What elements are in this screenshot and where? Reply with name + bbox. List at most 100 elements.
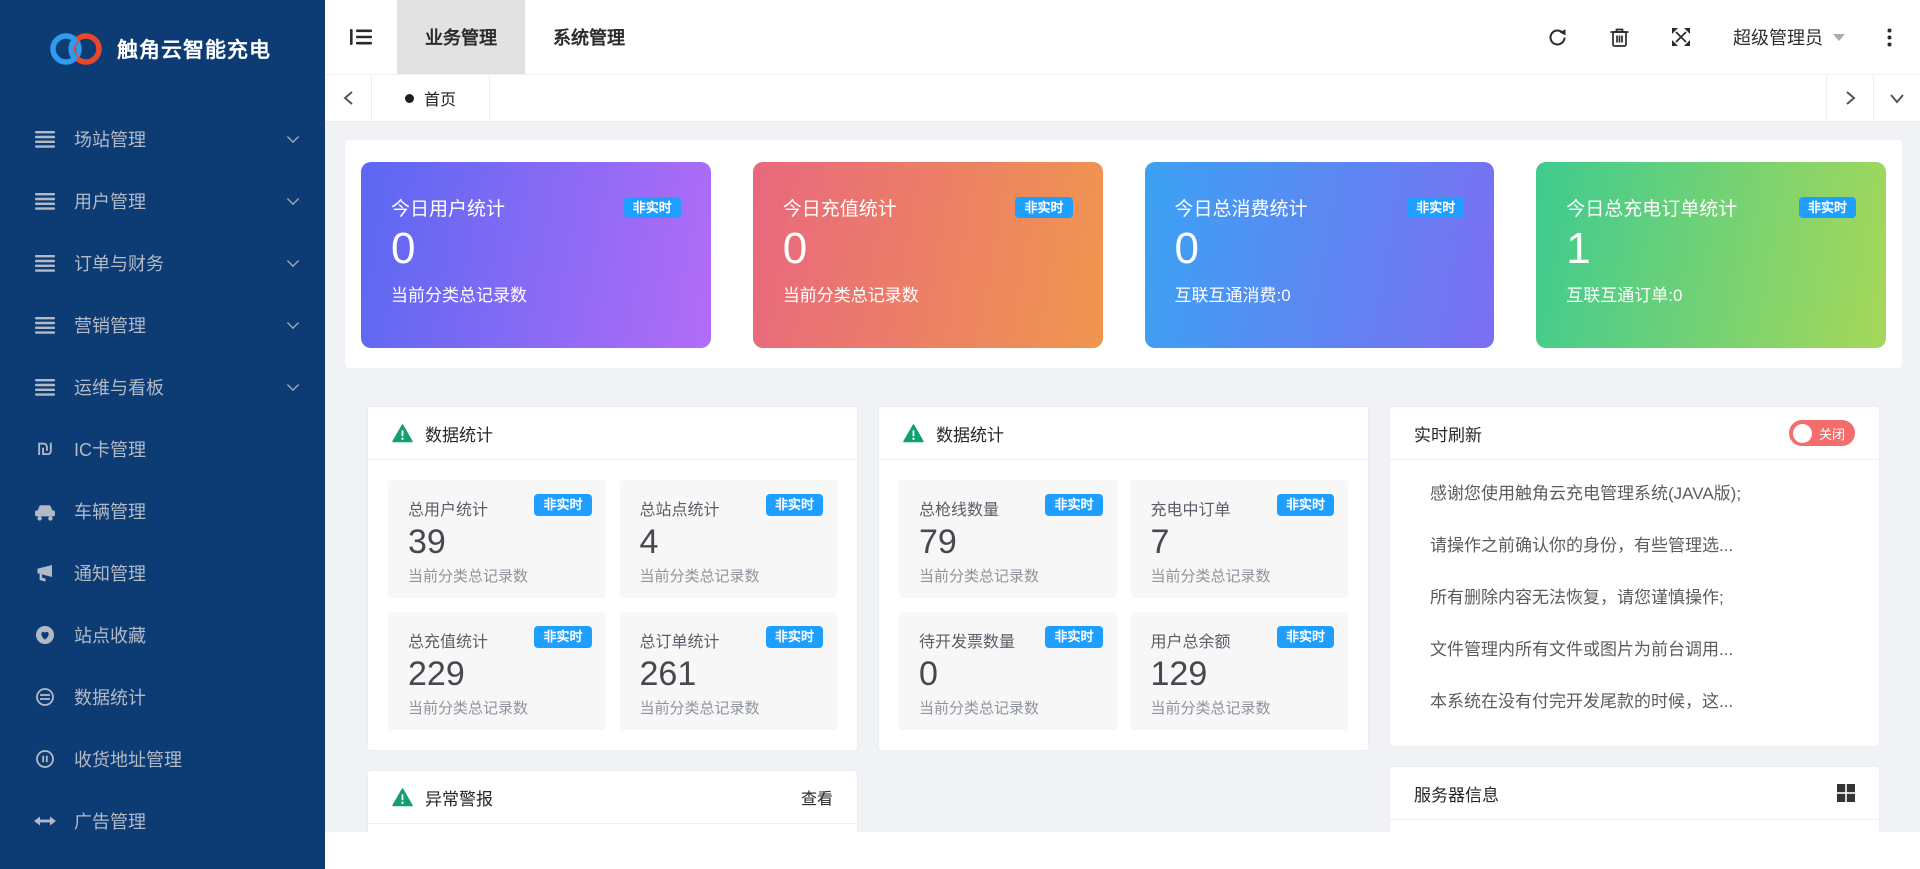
megaphone-icon: [32, 562, 58, 584]
tabs-scroll-left-icon[interactable]: [325, 75, 372, 121]
stat-tile-total-recharge[interactable]: 非实时 总充值统计 229 当前分类总记录数: [388, 612, 606, 730]
sidebar-item-vehicle-mgmt[interactable]: 车辆管理: [0, 480, 325, 542]
status-badge: 非实时: [534, 494, 591, 516]
chevron-down-icon: [287, 193, 299, 205]
stat-tile-total-sites[interactable]: 非实时 总站点统计 4 当前分类总记录数: [620, 480, 838, 598]
toggle-knob: [1793, 424, 1812, 443]
sidebar-item-ops-dashboard[interactable]: 运维与看板: [0, 356, 325, 418]
chevron-down-icon: [287, 379, 299, 391]
panel-realtime-refresh: 实时刷新 关闭 感谢您使用触角云充电管理系统(JAVA版); 请操作之前确认你的…: [1389, 406, 1880, 747]
stat-subtitle: 互联互通订单:0: [1566, 281, 1856, 306]
status-badge: 非实时: [1045, 494, 1102, 516]
more-dots-icon[interactable]: [1887, 28, 1892, 47]
status-badge: 非实时: [1015, 197, 1072, 219]
chevron-down-icon: [287, 131, 299, 143]
status-badge: 非实时: [1277, 494, 1334, 516]
tabs-scroll-right-icon[interactable]: [1826, 75, 1873, 121]
status-badge: 非实时: [766, 494, 823, 516]
message-line: 本系统在没有付完开发尾款的时候，这...: [1430, 688, 1855, 715]
stat-subtitle: 当前分类总记录数: [391, 281, 681, 306]
user-name: 超级管理员: [1733, 24, 1823, 50]
status-badge: 非实时: [1045, 626, 1102, 648]
menu-lines-icon: [32, 128, 58, 150]
sidebar-menu: 场站管理 用户管理 订单与财务 营: [0, 108, 325, 852]
app-root: 触角云智能充电 场站管理 用户管理 订单与财: [0, 0, 1920, 869]
server-info-body: [1390, 820, 1879, 832]
warning-triangle-icon: [392, 424, 413, 443]
panel-title: 异常警报: [425, 785, 493, 810]
active-tab-dot: [405, 94, 414, 103]
stat-tile-total-users[interactable]: 非实时 总用户统计 39 当前分类总记录数: [388, 480, 606, 598]
column-middle: 数据统计 非实时 总枪线数量 79 当前分类总记录数 非实时 充电: [878, 406, 1369, 751]
message-line: 请操作之前确认你的身份，有些管理选...: [1430, 532, 1855, 559]
panel-title: 数据统计: [936, 421, 1004, 446]
menu-lines-icon: [32, 376, 58, 398]
menu-lines-icon: [32, 190, 58, 212]
menu-lines-icon: [32, 314, 58, 336]
page-tabstrip: 首页: [325, 75, 1920, 122]
sidebar-item-ad-mgmt[interactable]: 广告管理: [0, 790, 325, 852]
system-messages: 感谢您使用触角云充电管理系统(JAVA版); 请操作之前确认你的身份，有些管理选…: [1390, 460, 1879, 746]
stat-value: 1: [1566, 225, 1856, 273]
car-icon: [32, 500, 58, 522]
stat-tile-total-orders[interactable]: 非实时 总订单统计 261 当前分类总记录数: [620, 612, 838, 730]
status-badge: 非实时: [1407, 197, 1464, 219]
tab-home[interactable]: 首页: [372, 75, 490, 121]
refresh-icon[interactable]: [1547, 27, 1568, 48]
menu-lines-icon: [32, 252, 58, 274]
message-line: 文件管理内所有文件或图片为前台调用...: [1430, 636, 1855, 663]
chevron-down-icon: [287, 317, 299, 329]
sidebar-item-shipping-address-mgmt[interactable]: 收货地址管理: [0, 728, 325, 790]
app-title: 触角云智能充电: [117, 34, 271, 64]
message-line: 所有删除内容无法恢复，请您谨慎操作;: [1430, 584, 1855, 611]
fullscreen-icon[interactable]: [1671, 27, 1691, 47]
stat-subtitle: 当前分类总记录数: [783, 281, 1073, 306]
dashboard-content: 今日用户统计 非实时 0 当前分类总记录数 今日充值统计 非实时 0 当前分类总…: [325, 122, 1920, 832]
warning-triangle-icon: [392, 788, 413, 807]
sidebar-item-notification-mgmt[interactable]: 通知管理: [0, 542, 325, 604]
panel-data-stats-2: 数据统计 非实时 总枪线数量 79 当前分类总记录数 非实时 充电: [878, 406, 1369, 751]
status-badge: 非实时: [766, 626, 823, 648]
realtime-toggle[interactable]: 关闭: [1789, 420, 1855, 446]
tab-system-mgmt[interactable]: 系统管理: [525, 0, 653, 74]
hero-stats-container: 今日用户统计 非实时 0 当前分类总记录数 今日充值统计 非实时 0 当前分类总…: [345, 140, 1902, 368]
status-badge: 非实时: [534, 626, 591, 648]
tabs-menu-chevron-icon[interactable]: [1873, 75, 1920, 121]
hero-card-today-charge-orders[interactable]: 今日总充电订单统计 非实时 1 互联互通订单:0: [1536, 162, 1886, 348]
stat-subtitle: 互联互通消费:0: [1175, 281, 1465, 306]
stat-tile-user-balance[interactable]: 非实时 用户总余额 129 当前分类总记录数: [1131, 612, 1349, 730]
trash-icon[interactable]: [1610, 27, 1629, 48]
sidebar-item-station-mgmt[interactable]: 场站管理: [0, 108, 325, 170]
stat-value: 0: [1175, 225, 1465, 273]
sidebar-item-data-stats[interactable]: 数据统计: [0, 666, 325, 728]
panel-title: 服务器信息: [1414, 781, 1499, 806]
hero-card-today-consumption[interactable]: 今日总消费统计 非实时 0 互联互通消费:0: [1145, 162, 1495, 348]
tabstrip-spacer: [490, 75, 1826, 121]
pause-circle-icon: [32, 748, 58, 770]
topbar-actions: 超级管理员: [1547, 0, 1920, 74]
panel-data-stats-1: 数据统计 非实时 总用户统计 39 当前分类总记录数 非实时 总站: [367, 406, 858, 751]
message-line: 感谢您使用触角云充电管理系统(JAVA版);: [1430, 480, 1855, 507]
panel-alerts: 异常警报 查看: [367, 770, 858, 832]
stat-tile-total-guns[interactable]: 非实时 总枪线数量 79 当前分类总记录数: [899, 480, 1117, 598]
double-arrow-icon: [32, 810, 58, 832]
stat-tile-charging-orders[interactable]: 非实时 充电中订单 7 当前分类总记录数: [1131, 480, 1349, 598]
panel-title: 数据统计: [425, 421, 493, 446]
hero-card-today-recharge[interactable]: 今日充值统计 非实时 0 当前分类总记录数: [753, 162, 1103, 348]
tab-business-mgmt[interactable]: 业务管理: [397, 0, 525, 74]
sidebar-item-marketing-mgmt[interactable]: 营销管理: [0, 294, 325, 356]
chevron-down-icon: [287, 255, 299, 267]
status-badge: 非实时: [1277, 626, 1334, 648]
view-alerts-link[interactable]: 查看: [801, 785, 833, 809]
sidebar-item-user-mgmt[interactable]: 用户管理: [0, 170, 325, 232]
sidebar: 触角云智能充电 场站管理 用户管理 订单与财: [0, 0, 325, 869]
warning-triangle-icon: [903, 424, 924, 443]
user-menu[interactable]: 超级管理员: [1733, 24, 1845, 50]
sidebar-item-site-favorites[interactable]: 站点收藏: [0, 604, 325, 666]
sidebar-item-orders-finance[interactable]: 订单与财务: [0, 232, 325, 294]
stat-tile-pending-invoices[interactable]: 非实时 待开发票数量 0 当前分类总记录数: [899, 612, 1117, 730]
sidebar-collapse-icon[interactable]: [325, 0, 397, 74]
sidebar-item-ic-card-mgmt[interactable]: ₪ IC卡管理: [0, 418, 325, 480]
windows-logo-icon: [1837, 784, 1855, 802]
hero-card-today-users[interactable]: 今日用户统计 非实时 0 当前分类总记录数: [361, 162, 711, 348]
